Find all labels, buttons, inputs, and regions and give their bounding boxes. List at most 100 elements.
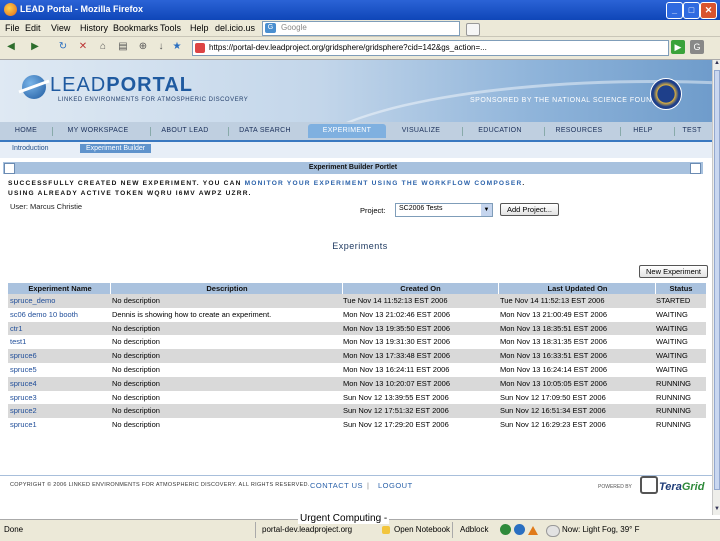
tab-about-lead[interactable]: ABOUT LEAD — [152, 124, 218, 138]
cell-created-on: Mon Nov 13 10:20:07 EST 2006 — [343, 378, 451, 388]
tab-data-search[interactable]: DATA SEARCH — [232, 124, 298, 138]
success-message-text: SUCCESSFULLY CREATED NEW EXPERIMENT. YOU… — [8, 180, 245, 187]
home-icon[interactable]: ⌂ — [96, 40, 110, 54]
cell-status: WAITING — [656, 351, 688, 361]
print-icon[interactable]: ▤ — [116, 40, 130, 54]
experiment-name-link[interactable]: spruce2 — [10, 404, 110, 418]
table-row[interactable]: ctr1 No description Mon Nov 13 19:35:50 ES… — [8, 321, 706, 336]
stop-icon[interactable]: ✕ — [76, 40, 90, 54]
header-description[interactable]: Description — [112, 283, 343, 294]
contact-us-link[interactable]: CONTACT US — [310, 481, 363, 490]
token-message: USING ALREADY ACTIVE TOKEN WQRU I6MV AWP… — [8, 190, 252, 197]
scrollbar-thumb[interactable] — [714, 70, 720, 490]
experiment-name-link[interactable]: sc06 demo 10 booth — [10, 308, 110, 322]
tab-visualize[interactable]: VISUALIZE — [394, 124, 448, 138]
user-label: User: Marcus Christie — [10, 202, 83, 211]
menu-edit[interactable]: Edit — [25, 23, 41, 33]
table-row[interactable]: spruce1 No description Sun Nov 12 17:29:20… — [8, 418, 706, 432]
monitor-experiment-link[interactable]: MONITOR YOUR EXPERIMENT USING THE WORKFL… — [245, 180, 523, 187]
project-select-value: SC2006 Tests — [399, 205, 443, 212]
header-experiment-name[interactable]: Experiment Name — [10, 283, 111, 294]
status-green-icon[interactable] — [500, 524, 511, 535]
cell-status: RUNNING — [656, 392, 691, 402]
download-icon[interactable]: ↓ — [154, 40, 168, 54]
status-blue-icon[interactable] — [514, 524, 525, 535]
logout-link[interactable]: LOGOUT — [378, 481, 413, 490]
experiment-name-link[interactable]: spruce_demo — [10, 294, 110, 308]
menu-delicious[interactable]: del.icio.us — [215, 23, 255, 33]
bookmark-icon[interactable] — [466, 23, 480, 36]
table-row[interactable]: sc06 demo 10 booth Dennis is showing how … — [8, 308, 706, 322]
chevron-down-icon[interactable]: ▼ — [481, 204, 492, 216]
tab-help[interactable]: HELP — [626, 124, 660, 138]
weather-icon — [546, 525, 560, 537]
back-icon[interactable]: ◀ — [4, 40, 18, 54]
table-row[interactable]: spruce5 No description Mon Nov 13 16:24:11… — [8, 363, 706, 377]
search-input[interactable]: G Google — [262, 21, 460, 36]
new-experiment-button[interactable]: New Experiment — [639, 265, 708, 278]
zoom-icon[interactable]: ⊕ — [136, 40, 150, 54]
tab-resources[interactable]: RESOURCES — [548, 124, 610, 138]
table-row[interactable]: spruce2 No description Sun Nov 12 17:51:32… — [8, 404, 706, 419]
tab-home[interactable]: HOME — [6, 124, 46, 138]
table-row[interactable]: spruce6 No description Mon Nov 13 17:33:48… — [8, 349, 706, 363]
experiment-name-link[interactable]: spruce3 — [10, 391, 110, 405]
close-button[interactable]: ✕ — [700, 2, 717, 19]
adblock-link[interactable]: Adblock — [460, 525, 488, 534]
tab-separator — [228, 127, 229, 136]
experiment-name-link[interactable]: spruce6 — [10, 349, 110, 363]
minimize-button[interactable]: _ — [666, 2, 683, 19]
tab-experiment[interactable]: EXPERIMENT — [308, 124, 386, 138]
open-notebook-link[interactable]: Open Notebook — [394, 525, 450, 534]
header-created-on[interactable]: Created On — [343, 283, 499, 294]
experiment-name-link[interactable]: test1 — [10, 335, 110, 349]
header-status[interactable]: Status — [656, 283, 707, 294]
lock-icon[interactable] — [382, 526, 390, 534]
tab-test[interactable]: TEST — [678, 124, 706, 138]
subtab-experiment-builder[interactable]: Experiment Builder — [80, 144, 152, 153]
add-project-button[interactable]: Add Project... — [500, 203, 559, 216]
menu-help[interactable]: Help — [190, 23, 209, 33]
project-select[interactable]: SC2006 Tests ▼ — [395, 203, 493, 217]
scroll-down-icon[interactable]: ▼ — [713, 506, 720, 515]
url-bar[interactable]: https://portal-dev.leadproject.org/grids… — [192, 40, 669, 56]
experiment-name-link[interactable]: spruce1 — [10, 418, 110, 432]
reload-icon[interactable]: ↻ — [56, 40, 70, 54]
subtab-introduction[interactable]: Introduction — [12, 145, 49, 152]
bookmarks-icon[interactable]: ★ — [170, 40, 184, 54]
experiment-name-link[interactable]: ctr1 — [10, 322, 110, 336]
maximize-button[interactable]: □ — [683, 2, 700, 19]
scroll-up-icon[interactable]: ▲ — [713, 60, 720, 69]
site-logo[interactable]: LEADPORTAL — [50, 74, 193, 97]
vertical-scrollbar[interactable]: ▲ ▼ — [712, 60, 720, 515]
header-last-updated-on[interactable]: Last Updated On — [500, 283, 656, 294]
nsf-seal-icon — [650, 78, 682, 110]
cell-description: No description — [112, 420, 160, 430]
menu-view[interactable]: View — [51, 23, 70, 33]
site-banner: LEADPORTAL LINKED ENVIRONMENTS FOR ATMOS… — [0, 60, 712, 122]
forward-icon[interactable]: ▶ — [28, 40, 42, 54]
cell-description: No description — [112, 296, 160, 305]
menu-bookmarks[interactable]: Bookmarks — [113, 23, 158, 33]
portlet-maximize-icon[interactable] — [690, 163, 701, 174]
table-row[interactable]: spruce4 No description Mon Nov 13 10:20:07… — [8, 376, 706, 391]
footer-divider — [0, 475, 712, 476]
table-row[interactable]: spruce_demo No description Tue Nov 14 11:5… — [8, 294, 706, 308]
go-icon[interactable]: ▶ — [671, 40, 685, 54]
tab-my-workspace[interactable]: MY WORKSPACE — [58, 124, 138, 138]
table-row[interactable]: spruce3 No description Sun Nov 12 13:39:55… — [8, 391, 706, 405]
lead-logo-icon[interactable] — [22, 75, 46, 99]
tab-education[interactable]: EDUCATION — [468, 124, 532, 138]
cell-description: No description — [112, 323, 160, 333]
experiment-name-link[interactable]: spruce5 — [10, 363, 110, 377]
google-icon: G — [265, 23, 276, 33]
table-row[interactable]: test1 No description Mon Nov 13 19:31:30 E… — [8, 335, 706, 349]
menu-tools[interactable]: Tools — [160, 23, 181, 33]
portlet-minimize-icon[interactable] — [4, 163, 15, 174]
warning-icon[interactable] — [528, 526, 538, 535]
teragrid-logo[interactable]: TeraGrid — [640, 476, 710, 498]
experiment-name-link[interactable]: spruce4 — [10, 377, 110, 391]
menu-file[interactable]: File — [5, 23, 20, 33]
search-engine-icon[interactable]: G — [690, 40, 704, 54]
menu-history[interactable]: History — [80, 23, 108, 33]
